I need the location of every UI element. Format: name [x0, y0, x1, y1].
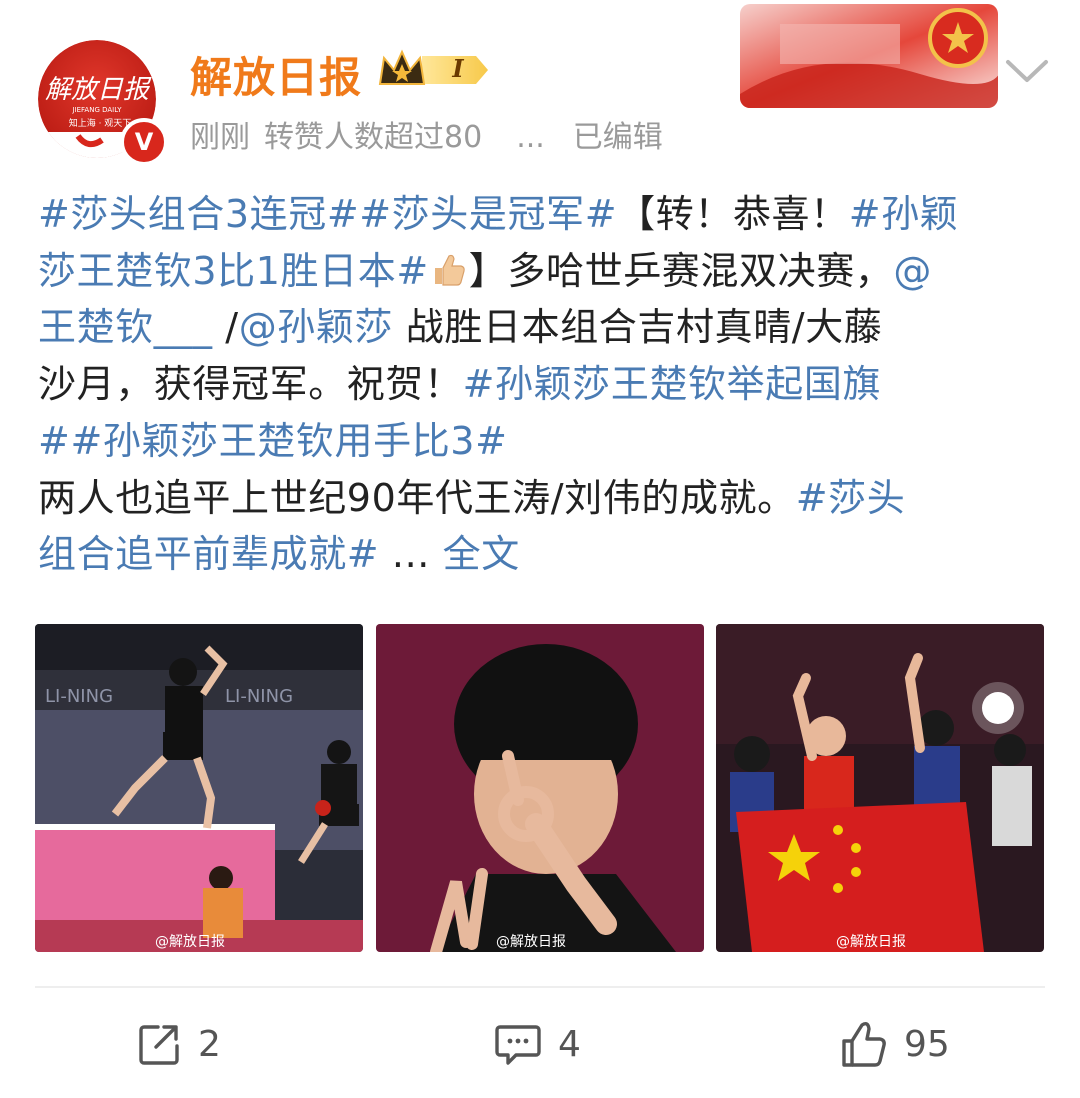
post-text-segment: 【转！恭喜！	[617, 192, 849, 236]
hashtag-link[interactable]: #孙颖莎王楚钦用手比3#	[70, 419, 507, 463]
comment-count: 4	[558, 1023, 581, 1065]
header-banner-image	[740, 4, 998, 108]
post-time: 刚刚	[190, 120, 250, 155]
meta-dots: ...	[516, 120, 545, 155]
post-status: 转赞人数超过80	[264, 120, 483, 155]
thumbs-up-emoji-icon	[434, 254, 465, 286]
post-line: 沙月，获得冠军。祝贺！#孙颖莎王楚钦举起国旗	[38, 356, 1048, 413]
post-image-2[interactable]: @解放日报	[376, 624, 704, 952]
svg-text:知上海 · 观天下: 知上海 · 观天下	[69, 117, 132, 129]
post-text-segment: 战胜日本组合吉村真晴/大藤	[393, 305, 883, 350]
expand-full-text-link[interactable]: 全文	[443, 532, 520, 576]
post-line: 组合追平前辈成就# ... 全文	[38, 526, 1048, 583]
footer-divider	[35, 986, 1045, 988]
hashtag-link[interactable]: #孙颖	[849, 192, 959, 236]
edited-label[interactable]: 已编辑	[573, 120, 663, 155]
verified-badge: V	[120, 118, 168, 166]
image-watermark: @解放日报	[836, 934, 906, 950]
ellipsis: ...	[379, 532, 443, 577]
flag-celebration-photo: @解放日报	[716, 624, 1044, 952]
image-watermark: @解放日报	[496, 934, 566, 950]
mention-link[interactable]: @孙颖莎	[239, 305, 393, 349]
like-button[interactable]: 95	[840, 1016, 950, 1072]
account-name[interactable]: 解放日报	[190, 44, 362, 105]
post-text-segment: 】多哈世乒赛混双决赛，	[468, 248, 894, 293]
post-text-segment: 沙月，获得冠军。祝贺！	[38, 362, 463, 407]
post-line: #莎头组合3连冠##莎头是冠军#【转！恭喜！#孙颖	[38, 186, 1048, 243]
hashtag-link[interactable]: #莎头组合3连冠#	[38, 192, 359, 236]
hashtag-link[interactable]: #孙颖莎王楚钦举起国旗	[463, 362, 881, 406]
post-line: ##孙颖莎王楚钦用手比3#	[38, 413, 1048, 470]
vip-crown-badge-icon[interactable]	[378, 48, 490, 92]
chevron-down-icon[interactable]	[1004, 50, 1050, 90]
hashtag-link[interactable]: #	[38, 419, 70, 463]
post-image-3[interactable]: @解放日报	[716, 624, 1044, 952]
comment-button[interactable]: 4	[494, 1016, 581, 1072]
svg-text:LI-NING: LI-NING	[225, 686, 293, 707]
post-meta: 刚刚 转赞人数超过80... 已编辑	[190, 112, 677, 156]
like-count: 95	[904, 1023, 950, 1065]
hashtag-link[interactable]: #莎头	[796, 476, 906, 520]
post-image-1[interactable]: LI-NING LI-NING @解放日报	[35, 624, 363, 952]
post-text-segment: /	[212, 305, 239, 350]
mention-link[interactable]: 王楚钦___	[38, 305, 213, 349]
image-watermark: @解放日报	[155, 934, 225, 950]
vip-level: I	[452, 54, 464, 83]
repost-button[interactable]: 2	[136, 1016, 221, 1072]
hashtag-link[interactable]: 组合追平前辈成就#	[38, 532, 379, 576]
thumbs-up-icon	[842, 1021, 886, 1067]
post-body: #莎头组合3连冠##莎头是冠军#【转！恭喜！#孙颖 莎王楚钦3比1胜日本# 】多哈…	[38, 186, 1048, 583]
weibo-post-page: 解放日报 JIEFANG DAILY 知上海 · 观天下 V 解放日报 I 刚刚…	[0, 0, 1080, 1098]
post-line: 两人也追平上世纪90年代王涛/刘伟的成就。#莎头	[38, 470, 1048, 527]
svg-text:LI-NING: LI-NING	[45, 686, 113, 707]
table-tennis-match-photo: LI-NING LI-NING @解放日报	[35, 624, 363, 952]
hashtag-link[interactable]: #莎头是冠军#	[359, 192, 617, 236]
repost-count: 2	[198, 1023, 221, 1065]
post-line: 莎王楚钦3比1胜日本# 】多哈世乒赛混双决赛，@	[38, 243, 1048, 300]
hashtag-link[interactable]: 莎王楚钦3比1胜日本#	[38, 249, 429, 293]
post-line: 王楚钦___ /@孙颖莎 战胜日本组合吉村真晴/大藤	[38, 299, 1048, 356]
hand-sign-closeup-photo: @解放日报	[376, 624, 704, 952]
mention-link[interactable]: @	[893, 249, 932, 293]
repost-icon	[139, 1025, 179, 1065]
svg-text:JIEFANG DAILY: JIEFANG DAILY	[72, 106, 123, 114]
comment-icon	[495, 1025, 541, 1065]
post-text-segment: 两人也追平上世纪90年代王涛/刘伟的成就。	[38, 475, 796, 520]
svg-text:解放日报: 解放日报	[45, 75, 152, 105]
